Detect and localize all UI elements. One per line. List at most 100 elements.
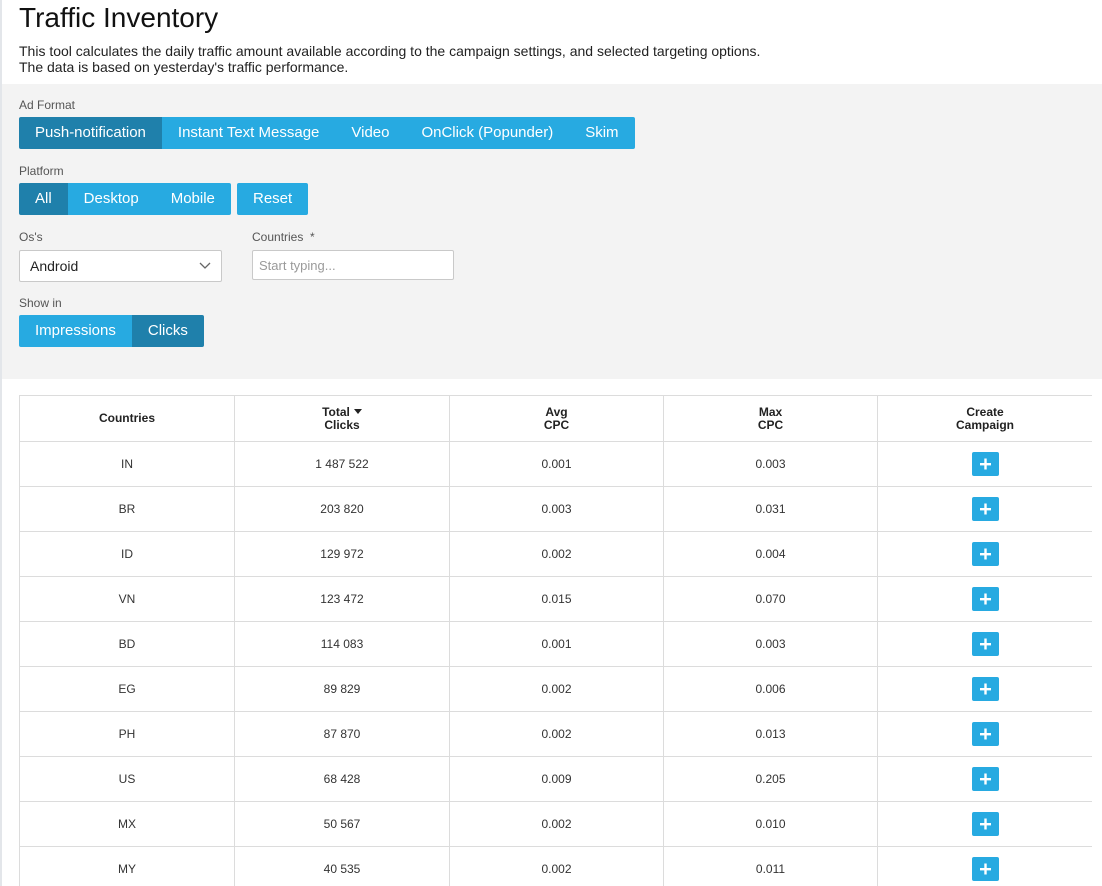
create-campaign-button[interactable] xyxy=(971,767,999,791)
required-mark: * xyxy=(310,230,315,244)
ad-format-push-notification[interactable]: Push-notification xyxy=(19,117,162,149)
avg-cpc-cell: 0.003 xyxy=(449,486,664,532)
create-campaign-button[interactable] xyxy=(971,587,999,611)
country-cell: US xyxy=(19,756,235,802)
total-clicks-cell: 40 535 xyxy=(234,846,450,886)
avg-cpc-cell: 0.002 xyxy=(449,846,664,886)
header-total-clicks[interactable]: Total Clicks xyxy=(234,395,450,442)
plus-icon xyxy=(979,683,991,695)
total-clicks-cell: 123 472 xyxy=(234,576,450,622)
header-countries[interactable]: Countries xyxy=(19,395,235,442)
plus-icon xyxy=(979,773,991,785)
platform-desktop[interactable]: Desktop xyxy=(67,183,155,215)
table-row: ID 129 972 0.002 0.004 xyxy=(19,531,1092,577)
create-campaign-button[interactable] xyxy=(971,812,999,836)
country-cell: BD xyxy=(19,621,235,667)
create-campaign-cell xyxy=(877,846,1092,886)
table-row: BD 114 083 0.001 0.003 xyxy=(19,621,1092,667)
max-cpc-cell: 0.031 xyxy=(663,486,878,532)
plus-icon xyxy=(979,548,991,560)
create-campaign-button[interactable] xyxy=(971,722,999,746)
countries-label: Countries * xyxy=(252,230,315,244)
plus-icon xyxy=(979,458,991,470)
max-cpc-cell: 0.011 xyxy=(663,846,878,886)
create-campaign-cell xyxy=(877,711,1092,757)
show-in-clicks[interactable]: Clicks xyxy=(131,315,204,347)
table-row: BR 203 820 0.003 0.031 xyxy=(19,486,1092,532)
total-clicks-cell: 89 829 xyxy=(234,666,450,712)
total-clicks-cell: 1 487 522 xyxy=(234,441,450,487)
ad-format-video[interactable]: Video xyxy=(335,117,406,149)
platform-group: All Desktop Mobile xyxy=(19,183,231,215)
create-campaign-button[interactable] xyxy=(971,857,999,881)
chevron-down-icon xyxy=(199,262,211,269)
platform-mobile[interactable]: Mobile xyxy=(154,183,231,215)
plus-icon xyxy=(979,593,991,605)
total-clicks-cell: 203 820 xyxy=(234,486,450,532)
max-cpc-cell: 0.006 xyxy=(663,666,878,712)
country-cell: IN xyxy=(19,441,235,487)
country-cell: MX xyxy=(19,801,235,847)
max-cpc-cell: 0.003 xyxy=(663,621,878,667)
max-cpc-cell: 0.205 xyxy=(663,756,878,802)
avg-cpc-cell: 0.002 xyxy=(449,801,664,847)
header-create-campaign: Create Campaign xyxy=(877,395,1092,442)
avg-cpc-cell: 0.002 xyxy=(449,531,664,577)
table-row: EG 89 829 0.002 0.006 xyxy=(19,666,1092,712)
traffic-table-container: Countries Total Clicks Avg CPC Max CPC Cre… xyxy=(19,395,1092,886)
filters-panel: Ad Format Push-notification Instant Text… xyxy=(2,84,1102,379)
create-campaign-cell xyxy=(877,666,1092,712)
create-campaign-cell xyxy=(877,576,1092,622)
max-cpc-cell: 0.070 xyxy=(663,576,878,622)
traffic-table: Countries Total Clicks Avg CPC Max CPC Cre… xyxy=(19,395,1092,886)
description-line-1: This tool calculates the daily traffic a… xyxy=(19,43,761,59)
ad-format-skim[interactable]: Skim xyxy=(569,117,635,149)
ad-format-label: Ad Format xyxy=(19,98,76,112)
max-cpc-cell: 0.010 xyxy=(663,801,878,847)
page-description: This tool calculates the daily traffic a… xyxy=(19,43,760,75)
avg-cpc-cell: 0.015 xyxy=(449,576,664,622)
total-clicks-cell: 114 083 xyxy=(234,621,450,667)
reset-button[interactable]: Reset xyxy=(237,183,309,215)
create-campaign-cell xyxy=(877,441,1092,487)
table-row: IN 1 487 522 0.001 0.003 xyxy=(19,441,1092,487)
table-row: VN 123 472 0.015 0.070 xyxy=(19,576,1092,622)
os-select[interactable]: Android xyxy=(19,250,222,282)
ad-format-instant-text-message[interactable]: Instant Text Message xyxy=(161,117,336,149)
platform-all[interactable]: All xyxy=(19,183,68,215)
show-in-impressions[interactable]: Impressions xyxy=(19,315,132,347)
countries-label-text: Countries xyxy=(252,230,304,244)
avg-cpc-cell: 0.001 xyxy=(449,621,664,667)
country-cell: EG xyxy=(19,666,235,712)
create-campaign-cell xyxy=(877,756,1092,802)
max-cpc-cell: 0.013 xyxy=(663,711,878,757)
max-cpc-cell: 0.004 xyxy=(663,531,878,577)
create-campaign-button[interactable] xyxy=(971,677,999,701)
plus-icon xyxy=(979,728,991,740)
create-campaign-button[interactable] xyxy=(971,632,999,656)
plus-icon xyxy=(979,503,991,515)
os-select-value: Android xyxy=(30,258,79,274)
page-title: Traffic Inventory xyxy=(19,2,219,33)
create-campaign-cell xyxy=(877,621,1092,667)
header-max-cpc[interactable]: Max CPC xyxy=(663,395,878,442)
table-header-row: Countries Total Clicks Avg CPC Max CPC Cre… xyxy=(19,395,1092,442)
table-row: MX 50 567 0.002 0.010 xyxy=(19,801,1092,847)
create-campaign-button[interactable] xyxy=(971,542,999,566)
create-campaign-button[interactable] xyxy=(971,452,999,476)
create-campaign-button[interactable] xyxy=(971,497,999,521)
platform-label: Platform xyxy=(19,164,64,178)
show-in-label: Show in xyxy=(19,296,62,310)
countries-input[interactable] xyxy=(252,250,454,280)
sort-desc-icon xyxy=(353,408,362,414)
max-cpc-cell: 0.003 xyxy=(663,441,878,487)
avg-cpc-cell: 0.002 xyxy=(449,711,664,757)
country-cell: BR xyxy=(19,486,235,532)
create-campaign-cell xyxy=(877,801,1092,847)
os-label: Os's xyxy=(19,230,43,244)
description-line-2: The data is based on yesterday's traffic… xyxy=(19,59,349,75)
country-cell: PH xyxy=(19,711,235,757)
ad-format-onclick-popunder[interactable]: OnClick (Popunder) xyxy=(405,117,570,149)
header-avg-cpc[interactable]: Avg CPC xyxy=(449,395,664,442)
country-cell: MY xyxy=(19,846,235,886)
